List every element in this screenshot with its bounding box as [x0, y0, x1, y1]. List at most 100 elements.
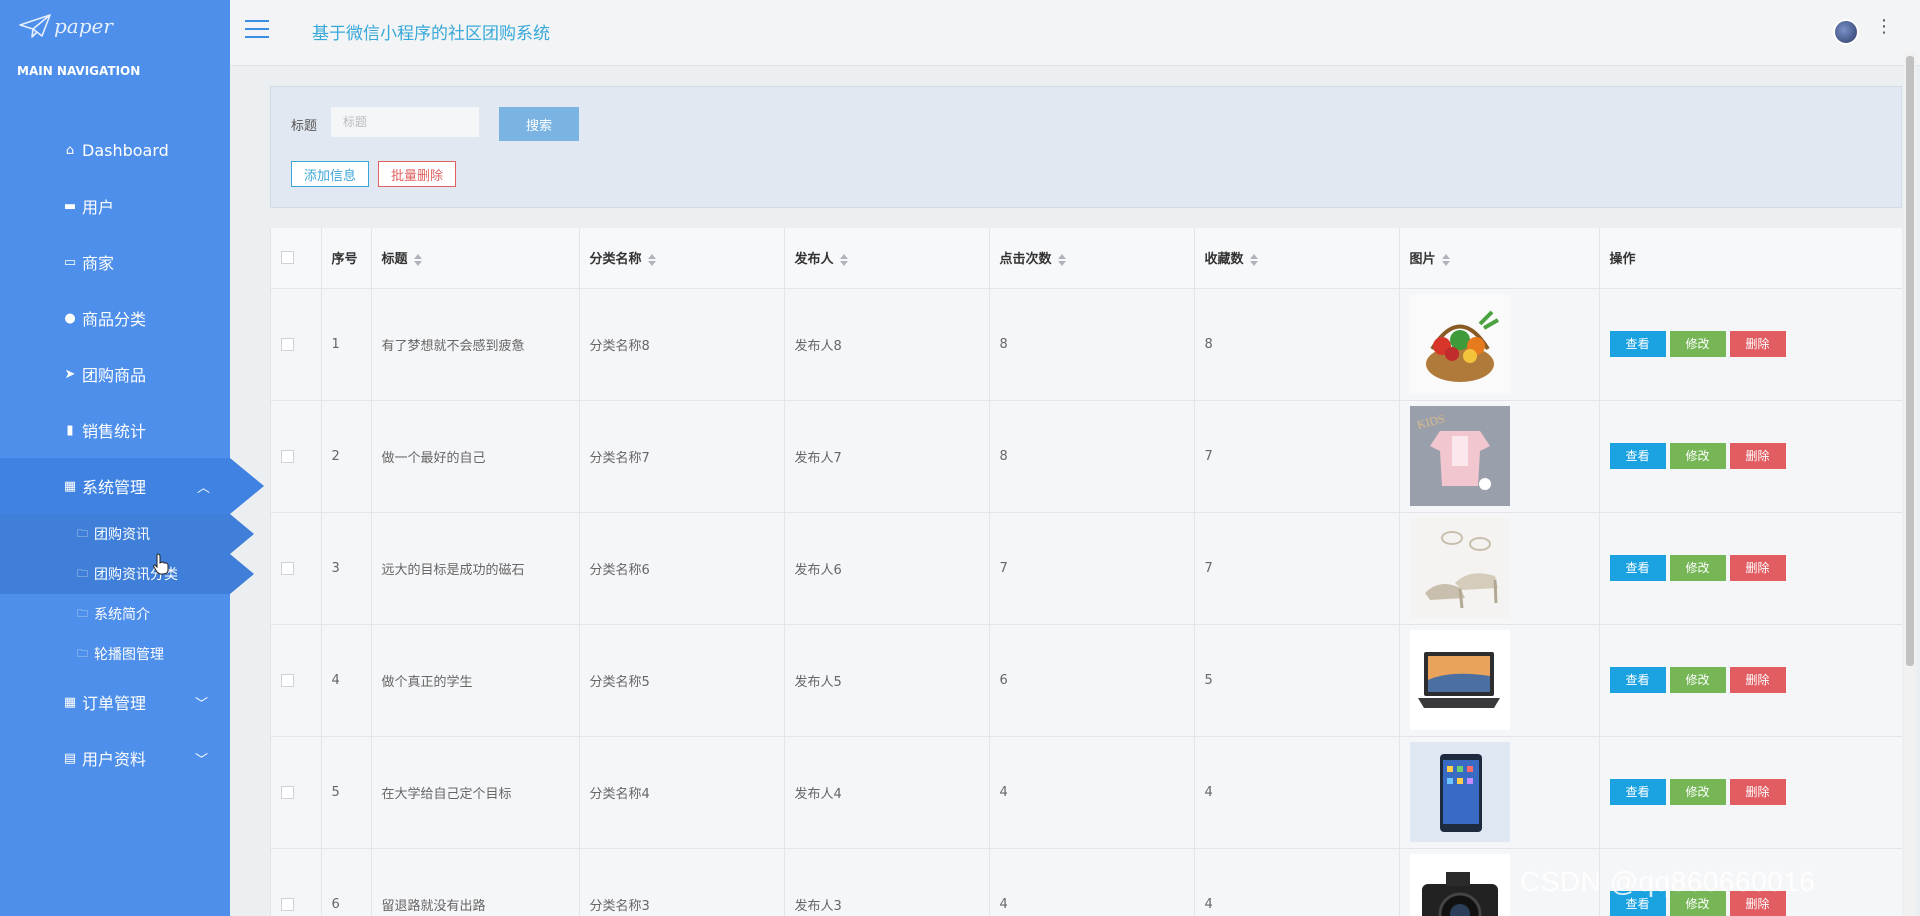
view-button[interactable]: 查看	[1609, 555, 1666, 581]
table-body: 1 有了梦想就不会感到疲惫 分类名称8 发布人8 8 8 查看 修改 删除 2 做一个最好的自己 分类…	[271, 288, 1902, 916]
row-select-cell[interactable]	[271, 736, 322, 849]
paper-plane-icon: ➤	[64, 366, 76, 382]
delete-button[interactable]: 删除	[1729, 779, 1786, 805]
delete-button[interactable]: 删除	[1729, 667, 1786, 693]
chevron-down-icon: ﹀	[194, 752, 208, 768]
avatar[interactable]	[1833, 19, 1859, 45]
delete-button[interactable]: 删除	[1729, 555, 1786, 581]
column-header-label: 标题	[381, 252, 408, 268]
folder-icon: 🗀	[77, 606, 88, 620]
sort-icon[interactable]	[647, 253, 657, 266]
sidebar-subitem-label: 系统简介	[94, 607, 150, 623]
cell-category: 分类名称4	[579, 736, 785, 849]
id-card-icon: ▭	[63, 254, 77, 270]
logo[interactable]: paper	[0, 0, 230, 52]
row-checkbox[interactable]	[281, 449, 294, 463]
sidebar-item-group-products[interactable]: ➤ 团购商品	[0, 346, 230, 402]
cell-favorites: 8	[1194, 288, 1400, 401]
smartphone-image	[1409, 742, 1510, 842]
search-button[interactable]: 搜索	[499, 107, 579, 141]
edit-button[interactable]: 修改	[1669, 331, 1726, 357]
menu-toggle-icon[interactable]	[245, 20, 269, 40]
sidebar-item-order-management[interactable]: ▦ 订单管理 ﹀	[0, 674, 230, 730]
row-checkbox[interactable]	[281, 785, 294, 799]
column-header-category[interactable]: 分类名称	[579, 228, 785, 289]
row-checkbox[interactable]	[281, 337, 294, 351]
more-options-icon[interactable]: ⋮	[1875, 18, 1893, 36]
sort-icon[interactable]	[413, 253, 423, 266]
bulk-delete-button[interactable]: 批量删除	[378, 161, 456, 187]
browser-icon: ▤	[63, 750, 77, 766]
sidebar-item-sales-stats[interactable]: ▮ 销售统计	[0, 402, 230, 458]
sidebar-subitem-system-intro[interactable]: 🗀 系统简介	[0, 594, 230, 634]
cell-publisher: 发布人5	[784, 624, 990, 737]
sidebar-subitem-label: 轮播图管理	[94, 647, 164, 663]
search-input[interactable]	[331, 107, 479, 137]
row-select-cell[interactable]	[271, 512, 322, 625]
cell-title: 做一个最好的自己	[371, 400, 580, 513]
delete-button[interactable]: 删除	[1729, 443, 1786, 469]
logo-text: paper	[54, 14, 113, 38]
column-header-clicks[interactable]: 点击次数	[989, 228, 1195, 289]
sidebar-item-system-management[interactable]: ▦ 系统管理 ︿	[0, 458, 264, 514]
sort-icon[interactable]	[1057, 253, 1067, 266]
view-button[interactable]: 查看	[1609, 779, 1666, 805]
sidebar-item-dashboard[interactable]: ⌂ Dashboard	[0, 122, 230, 178]
sort-icon[interactable]	[1441, 253, 1451, 266]
row-select-cell[interactable]	[271, 848, 322, 916]
select-all-checkbox[interactable]	[281, 251, 294, 265]
sidebar-subitem-group-news[interactable]: 🗀 团购资讯	[0, 514, 254, 554]
edit-button[interactable]: 修改	[1669, 555, 1726, 581]
view-button[interactable]: 查看	[1609, 331, 1666, 357]
select-all-cell[interactable]	[271, 228, 322, 289]
sidebar-item-product-category[interactable]: ● 商品分类	[0, 290, 230, 346]
table-row: 2 做一个最好的自己 分类名称7 发布人7 8 7 KIDS 查看 修改 删除	[271, 400, 1902, 513]
row-checkbox[interactable]	[281, 561, 294, 575]
delete-button[interactable]: 删除	[1729, 331, 1786, 357]
cell-publisher: 发布人7	[784, 400, 990, 513]
sidebar-item-users[interactable]: ▬ 用户	[0, 178, 230, 234]
row-select-cell[interactable]	[271, 288, 322, 401]
row-checkbox[interactable]	[281, 673, 294, 687]
add-button[interactable]: 添加信息	[291, 161, 369, 187]
column-header-publisher[interactable]: 发布人	[784, 228, 990, 289]
scrollbar-thumb[interactable]	[1906, 56, 1914, 666]
sidebar-subitem-group-news-category[interactable]: 🗀 团购资讯分类	[0, 554, 254, 594]
cell-image	[1399, 288, 1600, 401]
cell-favorites: 4	[1194, 736, 1400, 849]
cell-publisher: 发布人8	[784, 288, 990, 401]
cell-category: 分类名称8	[579, 288, 785, 401]
view-button[interactable]: 查看	[1609, 667, 1666, 693]
view-button[interactable]: 查看	[1609, 443, 1666, 469]
column-header-image[interactable]: 图片	[1399, 228, 1600, 289]
sort-icon[interactable]	[839, 253, 849, 266]
row-checkbox[interactable]	[281, 897, 294, 911]
sidebar-subitem-carousel[interactable]: 🗀 轮播图管理	[0, 634, 230, 674]
folder-icon: 🗀	[77, 646, 88, 660]
sidebar-item-user-profile[interactable]: ▤ 用户资料 ﹀	[0, 730, 230, 786]
sidebar-item-merchants[interactable]: ▭ 商家	[0, 234, 230, 290]
column-header-label: 发布人	[794, 252, 834, 268]
cell-title: 做个真正的学生	[371, 624, 580, 737]
edit-button[interactable]: 修改	[1669, 443, 1726, 469]
row-select-cell[interactable]	[271, 624, 322, 737]
baby-clothes-image: KIDS	[1409, 406, 1510, 506]
column-header-title[interactable]: 标题	[371, 228, 580, 289]
sort-icon[interactable]	[1249, 253, 1259, 266]
search-panel: 标题 搜索 添加信息 批量删除	[270, 86, 1902, 208]
app-title: 基于微信小程序的社区团购系统	[312, 24, 550, 44]
grid-icon: ▦	[63, 694, 77, 710]
cell-category: 分类名称3	[579, 848, 785, 916]
edit-button[interactable]: 修改	[1669, 667, 1726, 693]
sidebar-subitem-label: 团购资讯	[94, 527, 150, 543]
hand-cursor-icon	[153, 553, 169, 575]
cell-no: 5	[321, 736, 372, 849]
high-heels-image	[1409, 518, 1510, 618]
column-header-label: 分类名称	[589, 252, 642, 268]
scrollbar[interactable]	[1904, 52, 1916, 916]
column-header-favorites[interactable]: 收藏数	[1194, 228, 1400, 289]
row-select-cell[interactable]	[271, 400, 322, 513]
cell-clicks: 7	[989, 512, 1195, 625]
cell-image	[1399, 736, 1600, 849]
edit-button[interactable]: 修改	[1669, 779, 1726, 805]
